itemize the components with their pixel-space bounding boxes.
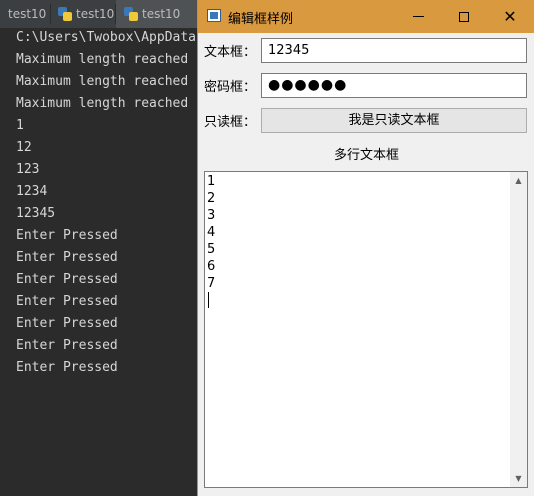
tab-test10-2[interactable]: test10: [51, 0, 115, 28]
console-line: 12: [16, 140, 32, 155]
python-file-icon: [58, 7, 72, 21]
window-titlebar[interactable]: 编辑框样例 ✕: [198, 0, 534, 33]
maximize-icon: [459, 11, 469, 22]
console-line: Maximum length reached: [16, 96, 189, 111]
textarea-line: 5: [207, 242, 216, 257]
readonly-input[interactable]: 我是只读文本框: [261, 108, 527, 133]
tab-label: test10: [76, 7, 115, 21]
console-line: Enter Pressed: [16, 228, 118, 243]
console-line: Enter Pressed: [16, 316, 118, 331]
tab-label: test10: [142, 7, 181, 21]
console-line: 123: [16, 162, 40, 177]
run-console[interactable]: C:\Users\Twobox\AppData Maximum length r…: [0, 28, 200, 496]
console-line: Enter Pressed: [16, 338, 118, 353]
tab-test10-3[interactable]: test10: [116, 0, 197, 28]
multiline-label: 多行文本框: [333, 148, 399, 163]
close-button[interactable]: ✕: [487, 0, 533, 33]
vertical-scrollbar[interactable]: ▲ ▼: [510, 172, 527, 487]
console-line: Enter Pressed: [16, 250, 118, 265]
edit-demo-window: 编辑框样例 ✕ 文本框： 12345 密码框： ●●●●●● 只读框： 我是只读…: [197, 0, 534, 496]
text-input[interactable]: 12345: [261, 38, 527, 63]
tab-label: test10: [8, 7, 47, 21]
console-line: 1: [16, 118, 24, 133]
multiline-textarea[interactable]: 1 2 3 4 5 6 7 ▲ ▼: [204, 171, 528, 488]
textarea-line: 3: [207, 208, 216, 223]
console-line: Enter Pressed: [16, 360, 118, 375]
textarea-line: 2: [207, 191, 216, 206]
scroll-up-icon[interactable]: ▲: [510, 172, 527, 189]
console-line: 12345: [16, 206, 56, 221]
readonly-field-label: 只读框：: [204, 115, 257, 130]
maximize-button[interactable]: [441, 0, 487, 33]
console-line: Enter Pressed: [16, 272, 118, 287]
console-line: Maximum length reached: [16, 52, 189, 67]
password-input[interactable]: ●●●●●●: [261, 73, 527, 98]
python-file-icon: [124, 7, 138, 21]
minimize-button[interactable]: [395, 0, 441, 33]
tab-test10-1[interactable]: test10: [0, 0, 50, 28]
app-window-icon: [207, 9, 221, 22]
textarea-line: 7: [207, 276, 216, 291]
console-line: 1234: [16, 184, 48, 199]
minimize-icon: [412, 16, 424, 17]
console-line: Enter Pressed: [16, 294, 118, 309]
scroll-down-icon[interactable]: ▼: [510, 470, 527, 487]
password-field-label: 密码框：: [204, 80, 257, 95]
close-icon: ✕: [503, 6, 517, 26]
console-line: C:\Users\Twobox\AppData: [16, 30, 197, 45]
text-caret: [208, 292, 209, 308]
text-field-label: 文本框：: [204, 45, 257, 60]
textarea-line: 4: [207, 225, 216, 240]
textarea-line: 1: [207, 174, 216, 189]
console-line: Maximum length reached: [16, 74, 189, 89]
textarea-line: 6: [207, 259, 216, 274]
window-title: 编辑框样例: [228, 12, 294, 27]
